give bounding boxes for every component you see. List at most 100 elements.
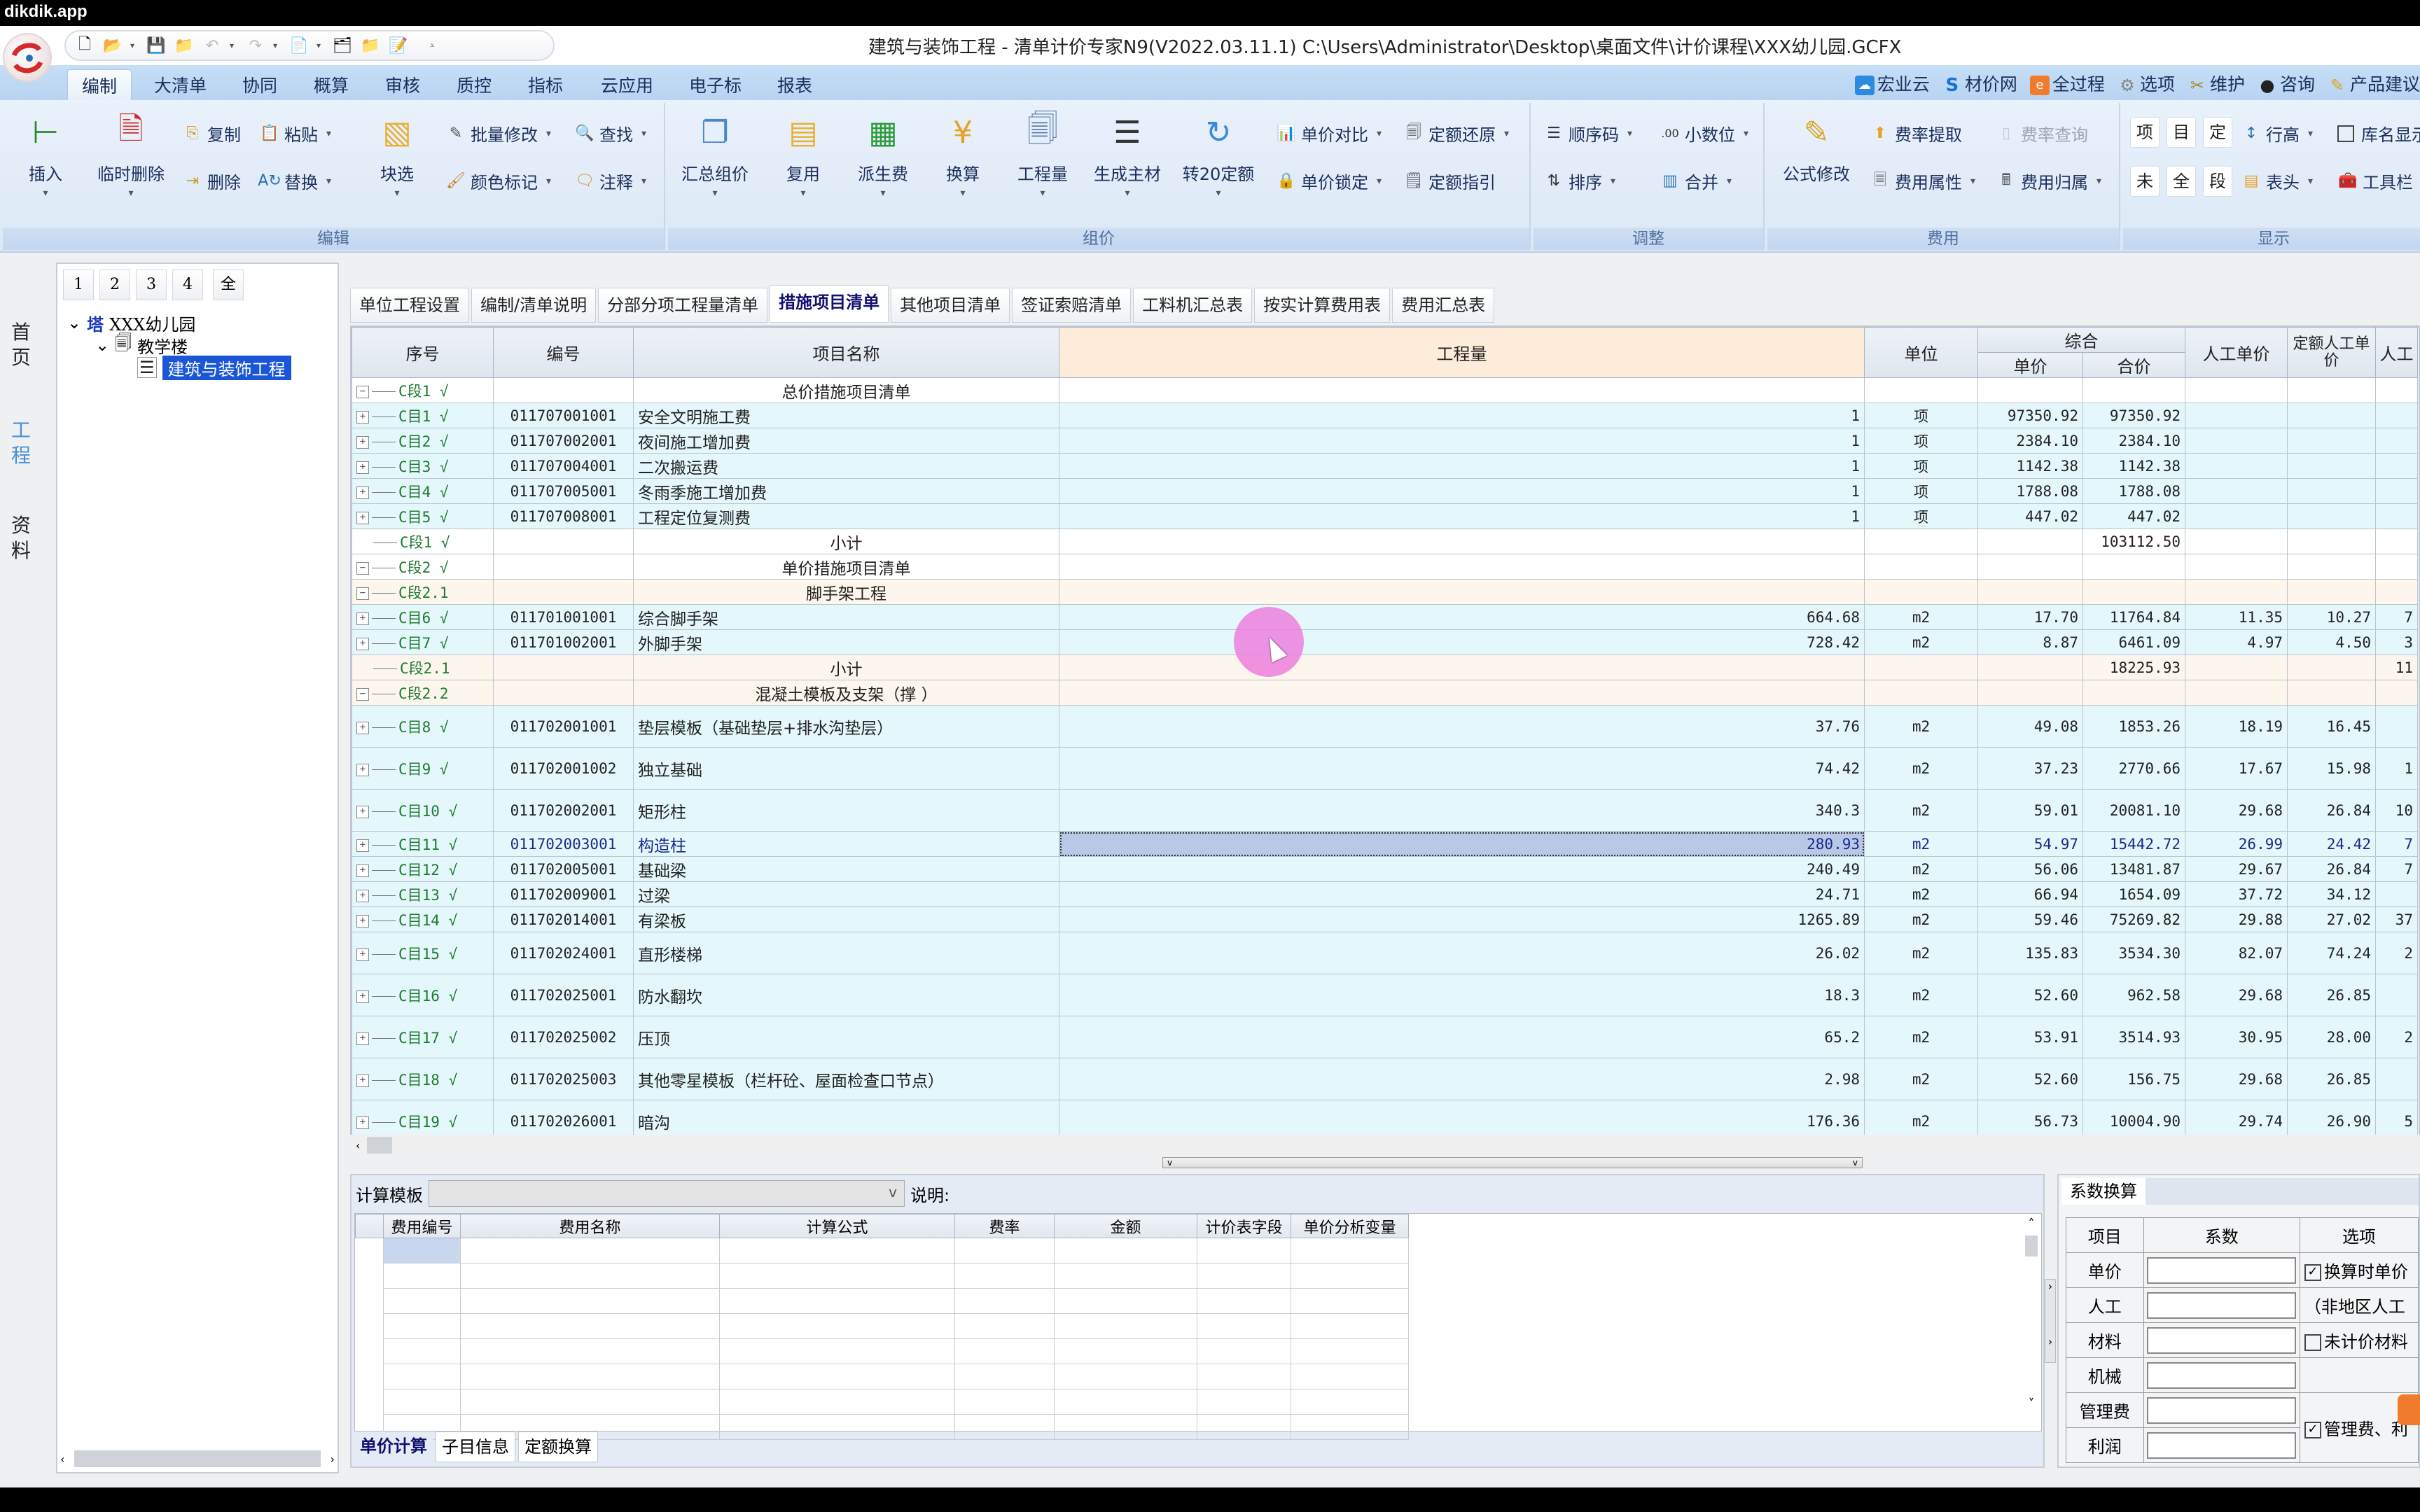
fee-cell[interactable]: [1197, 1364, 1291, 1390]
checkbox-checked[interactable]: ✓: [2304, 1422, 2321, 1438]
fee-cell[interactable]: [1054, 1263, 1197, 1289]
full-process-link[interactable]: e 全过程: [2029, 71, 2105, 96]
cell-up[interactable]: 52.60: [1977, 1058, 2083, 1100]
level-2-button[interactable]: 2: [99, 270, 130, 300]
level-all-button[interactable]: 全: [213, 270, 244, 300]
cell-qlp[interactable]: 15.98: [2287, 747, 2376, 790]
cell-name[interactable]: 单价措施项目清单: [633, 554, 1059, 580]
cell-extra[interactable]: [2375, 554, 2418, 580]
cell-qlp[interactable]: [2287, 654, 2376, 680]
cell-total[interactable]: 75269.82: [2082, 906, 2185, 932]
cell-qlp[interactable]: [2287, 428, 2376, 454]
cell-qty[interactable]: 728.42: [1059, 629, 1865, 655]
fee-cell[interactable]: [1197, 1288, 1291, 1314]
cell-code[interactable]: 011707004001: [493, 453, 634, 479]
cell-unit[interactable]: [1864, 680, 1978, 706]
cell-qlp[interactable]: [2287, 554, 2376, 580]
cell-qty[interactable]: 1: [1059, 453, 1865, 479]
sort-button[interactable]: ⇅ 排序 ▾: [1543, 169, 1615, 193]
expand-icon[interactable]: +: [356, 1116, 369, 1129]
cell-extra[interactable]: 10: [2375, 789, 2418, 832]
cell-name[interactable]: 其他零星模板（栏杆砼、屋面检查口节点）: [633, 1058, 1059, 1100]
ribbon-tab-estimate[interactable]: 概算: [300, 69, 363, 100]
cell-up[interactable]: 37.23: [1977, 747, 2083, 790]
cell-lp[interactable]: 37.72: [2185, 881, 2288, 907]
cell-up[interactable]: 97350.92: [1977, 402, 2083, 428]
cell-lp[interactable]: 18.19: [2185, 705, 2288, 748]
cell-name[interactable]: 垫层模板（基础垫层+排水沟垫层）: [633, 705, 1059, 748]
cell-qlp[interactable]: [2287, 453, 2376, 479]
cell-lp[interactable]: 30.95: [2185, 1016, 2288, 1058]
cell-unit[interactable]: m2: [1864, 1058, 1978, 1100]
fee-cell[interactable]: [1197, 1263, 1291, 1289]
level-1-button[interactable]: 1: [63, 270, 94, 300]
cell-seq[interactable]: + C目12 √: [352, 856, 494, 882]
fee-cell[interactable]: [1054, 1338, 1197, 1364]
cell-qty[interactable]: 1: [1059, 478, 1865, 504]
cell-name[interactable]: 压顶: [633, 1016, 1059, 1058]
cell-unit[interactable]: [1864, 654, 1978, 680]
cell-lp[interactable]: [2185, 528, 2288, 554]
cell-extra[interactable]: 3: [2375, 629, 2418, 655]
fee-header-name[interactable]: 费用名称: [460, 1214, 720, 1238]
expand-icon[interactable]: +: [356, 839, 369, 852]
fee-cell[interactable]: [460, 1313, 720, 1339]
tab-item-info[interactable]: 子目信息: [436, 1432, 515, 1462]
cell-code[interactable]: 011702025002: [493, 1016, 634, 1058]
cell-code[interactable]: 011702002001: [493, 789, 634, 832]
coef-material-input[interactable]: [2146, 1326, 2297, 1354]
fee-cell[interactable]: [1054, 1288, 1197, 1314]
expand-icon[interactable]: +: [356, 461, 369, 474]
tab-unit-price-calc[interactable]: 单价计算: [354, 1432, 433, 1462]
cell-extra[interactable]: 7: [2375, 604, 2418, 630]
cell-seq[interactable]: − C段2.1: [352, 579, 494, 605]
product-suggest-button[interactable]: ✎ 产品建议: [2328, 71, 2420, 96]
cell-qlp[interactable]: [2287, 528, 2376, 554]
col-header-name[interactable]: 项目名称: [633, 327, 1059, 378]
fee-row[interactable]: [356, 1313, 1409, 1339]
cell-qlp[interactable]: [2287, 680, 2376, 706]
expand-icon[interactable]: +: [356, 435, 369, 449]
scroll-right-icon[interactable]: ›: [331, 1452, 335, 1466]
cell-total[interactable]: 103112.50: [2082, 528, 2185, 554]
cell-up[interactable]: 52.60: [1977, 974, 2083, 1016]
fee-cell[interactable]: [1197, 1414, 1291, 1440]
cell-code[interactable]: 011702014001: [493, 906, 634, 932]
replace-button[interactable]: A↻ 替换 ▾: [258, 169, 331, 193]
unit-price-lock-button[interactable]: 🔒 单价锁定 ▾: [1276, 169, 1382, 193]
cell-qty[interactable]: 240.49: [1059, 856, 1865, 882]
table-row[interactable]: + C目3 √ 011707004001 二次搬运费 1 项 1142.38 1142.38: [352, 453, 2418, 479]
table-row[interactable]: − C段1 √ 总价措施项目清单: [352, 377, 2418, 403]
cell-qty[interactable]: [1059, 377, 1865, 403]
table-row[interactable]: + C目13 √ 011702009001 过梁 24.71 m2 66.94 1654.09…: [352, 881, 2418, 907]
cell-up[interactable]: 66.94: [1977, 881, 2083, 907]
fee-cell[interactable]: [719, 1414, 955, 1440]
ribbon-tab-collab[interactable]: 协同: [228, 69, 291, 100]
cell-qlp[interactable]: [2287, 402, 2376, 428]
cell-lp[interactable]: 29.68: [2185, 789, 2288, 832]
cell-total[interactable]: 3534.30: [2082, 932, 2185, 974]
opt-unpriced[interactable]: 未计价材料: [2299, 1322, 2419, 1358]
level-4-button[interactable]: 4: [172, 270, 203, 300]
cell-qty[interactable]: [1059, 579, 1865, 605]
header-button[interactable]: ▤ 表头 ▾: [2241, 169, 2313, 193]
cell-qlp[interactable]: [2287, 478, 2376, 504]
ribbon-tab-index[interactable]: 指标: [514, 69, 577, 100]
cell-qty[interactable]: 65.2: [1059, 1016, 1865, 1058]
cell-seq[interactable]: + C目16 √: [352, 974, 494, 1016]
tab-labor-material-summary[interactable]: 工料机汇总表: [1133, 288, 1253, 323]
horizontal-splitter[interactable]: vv: [1162, 1157, 1863, 1168]
col-header-labor-price[interactable]: 人工单价: [2185, 327, 2288, 378]
fee-cell[interactable]: [1197, 1313, 1291, 1339]
redo-icon[interactable]: ↷: [245, 35, 266, 56]
table-row[interactable]: − C段2 √ 单价措施项目清单: [352, 554, 2418, 580]
fee-row[interactable]: [356, 1338, 1409, 1364]
cell-unit[interactable]: [1864, 579, 1978, 605]
cell-seq[interactable]: C段2.1: [352, 654, 494, 680]
cell-name[interactable]: 小计: [633, 528, 1059, 554]
cell-extra[interactable]: [2375, 377, 2418, 403]
table-row[interactable]: C段1 √ 小计 103112.50: [352, 528, 2418, 554]
fee-cell[interactable]: [1291, 1338, 1409, 1364]
cell-up[interactable]: 17.70: [1977, 604, 2083, 630]
table-row[interactable]: + C目6 √ 011701001001 综合脚手架 664.68 m2 17.70 1176…: [352, 604, 2418, 630]
